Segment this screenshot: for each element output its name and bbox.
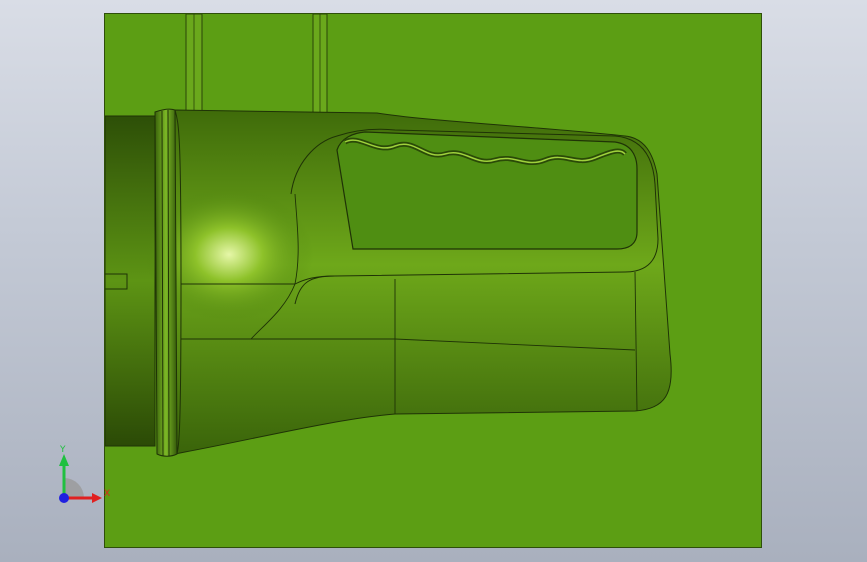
coordinate-triad: Y X: [50, 440, 120, 510]
graphics-viewport[interactable]: Y X: [0, 0, 867, 562]
mold-cavity-drawing: [105, 14, 672, 457]
x-axis-label: X: [104, 489, 110, 499]
mold-plate-face[interactable]: [104, 13, 762, 548]
ejector-rods: [185, 14, 328, 115]
z-axis-dot: [59, 493, 69, 503]
y-axis-label: Y: [59, 445, 66, 455]
